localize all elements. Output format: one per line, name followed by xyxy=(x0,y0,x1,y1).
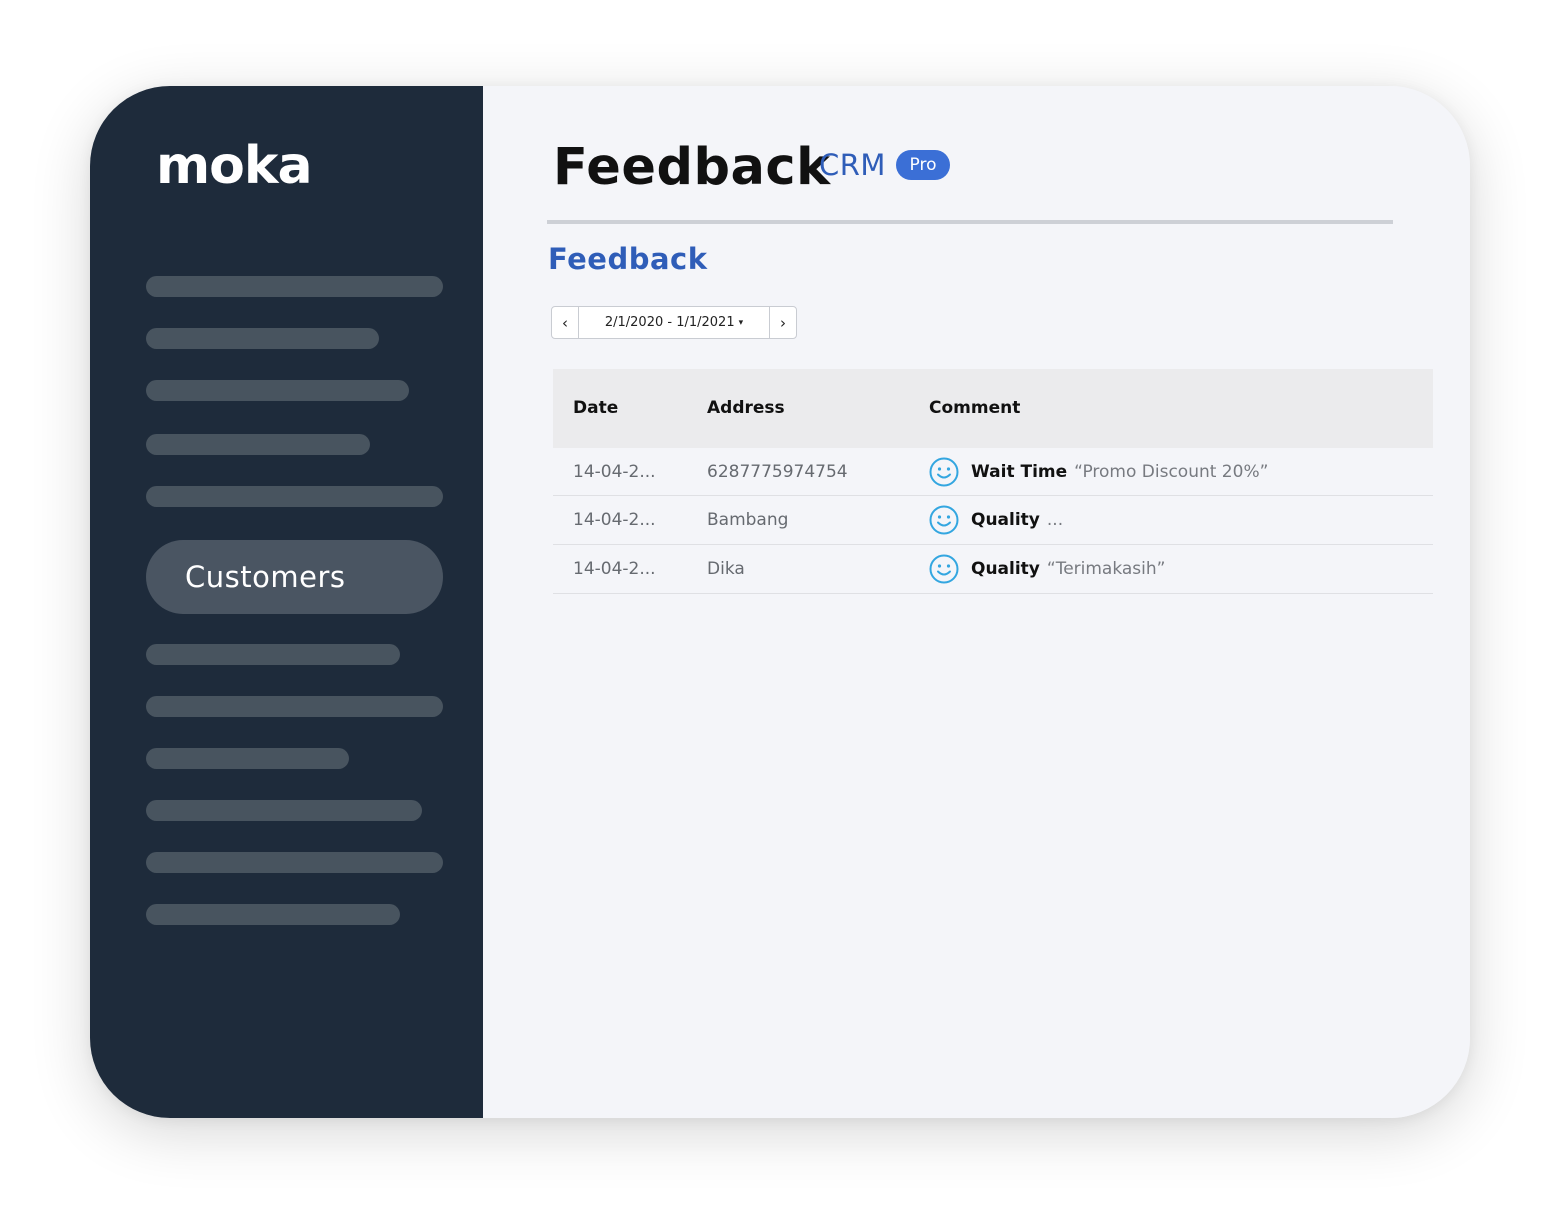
comment-text: “Promo Discount 20%” xyxy=(1074,461,1269,482)
chevron-right-icon[interactable]: › xyxy=(769,307,796,338)
cell-address: Dika xyxy=(707,559,745,579)
sidebar-item-placeholder[interactable] xyxy=(146,486,443,507)
page-title: Feedback xyxy=(553,138,831,197)
date-range-value: 2/1/2020 - 1/1/2021 xyxy=(604,315,735,330)
smiley-icon xyxy=(929,554,959,584)
sidebar-item-placeholder[interactable] xyxy=(146,276,443,297)
product-label: CRM xyxy=(819,148,886,182)
sidebar-item-placeholder[interactable] xyxy=(146,434,370,455)
sidebar-item-placeholder[interactable] xyxy=(146,852,443,873)
pro-badge: Pro xyxy=(896,150,950,180)
table-row[interactable]: 14-04-2... 6287775974754 Wait Time “Prom… xyxy=(553,448,1433,496)
main-content: Feedback CRM Pro Feedback ‹ 2/1/2020 - 1… xyxy=(483,86,1470,1118)
sidebar-item-placeholder[interactable] xyxy=(146,904,400,925)
cell-comment: Quality “Terimakasih” xyxy=(929,545,1165,593)
cell-date: 14-04-2... xyxy=(573,510,656,530)
sidebar-item-placeholder[interactable] xyxy=(146,644,400,665)
comment-text: “Terimakasih” xyxy=(1046,559,1166,579)
chevron-left-icon[interactable]: ‹ xyxy=(552,307,579,338)
comment-type: Quality xyxy=(971,559,1040,579)
sidebar-item-label: Customers xyxy=(185,560,346,594)
comment-type: Wait Time xyxy=(971,461,1068,482)
smiley-icon xyxy=(929,457,959,486)
cell-date: 14-04-2... xyxy=(573,461,656,482)
sidebar-item-placeholder[interactable] xyxy=(146,380,409,401)
cell-date: 14-04-2... xyxy=(573,559,656,579)
app-window: moka Customers Feedback CRM Pro Feedback… xyxy=(90,86,1470,1118)
sidebar-item-placeholder[interactable] xyxy=(146,328,379,349)
title-divider xyxy=(547,220,1393,224)
moka-logo[interactable]: moka xyxy=(156,140,313,192)
column-header-comment[interactable]: Comment xyxy=(929,369,1020,448)
sidebar-item-placeholder[interactable] xyxy=(146,696,443,717)
chevron-down-icon: ▾ xyxy=(738,317,744,328)
comment-text: ... xyxy=(1046,510,1064,530)
table-row[interactable]: 14-04-2... Bambang Quality ... xyxy=(553,496,1433,545)
column-header-address[interactable]: Address xyxy=(707,369,785,448)
column-header-date[interactable]: Date xyxy=(573,369,618,448)
cell-address: 6287775974754 xyxy=(707,461,848,482)
table-header: Date Address Comment xyxy=(553,369,1433,448)
table-row[interactable]: 14-04-2... Dika Quality “Terimakasih” xyxy=(553,545,1433,594)
sidebar-item-placeholder[interactable] xyxy=(146,748,349,769)
sidebar-item-customers[interactable]: Customers xyxy=(146,540,443,614)
comment-type: Quality xyxy=(971,510,1040,530)
date-range-dropdown[interactable]: 2/1/2020 - 1/1/2021 ▾ xyxy=(579,307,769,338)
sidebar-item-placeholder[interactable] xyxy=(146,800,422,821)
cell-comment: Quality ... xyxy=(929,496,1063,544)
date-range-picker: ‹ 2/1/2020 - 1/1/2021 ▾ › xyxy=(551,306,797,339)
smiley-icon xyxy=(929,505,959,535)
cell-comment: Wait Time “Promo Discount 20%” xyxy=(929,448,1268,495)
cell-address: Bambang xyxy=(707,510,789,530)
feedback-table: Date Address Comment 14-04-2... 62877759… xyxy=(553,369,1433,594)
section-title: Feedback xyxy=(548,242,708,276)
sidebar: moka Customers xyxy=(90,86,483,1118)
